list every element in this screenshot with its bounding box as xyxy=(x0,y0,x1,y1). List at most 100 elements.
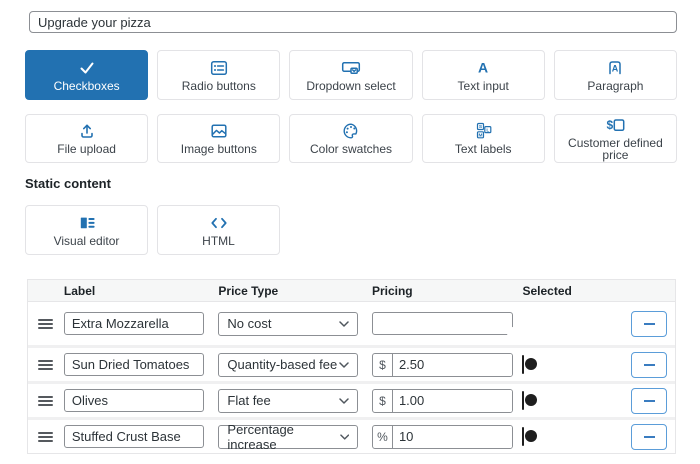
checkmark-icon xyxy=(78,59,96,77)
option-label-input[interactable] xyxy=(63,353,204,376)
drag-handle[interactable] xyxy=(38,316,54,332)
options-table-header: Label Price Type Pricing Selected xyxy=(28,280,675,302)
field-type-label: Image buttons xyxy=(180,142,257,156)
svg-text:L: L xyxy=(487,127,490,133)
minus-icon xyxy=(643,322,655,325)
static-content-row: Visual editor HTML xyxy=(25,205,280,255)
field-type-image-buttons-button[interactable]: Image buttons xyxy=(157,114,281,163)
field-type-row-1: Checkboxes Radio buttons Dropdown select… xyxy=(25,50,678,100)
column-header-price-type: Price Type xyxy=(218,283,279,298)
remove-row-button[interactable] xyxy=(631,387,668,414)
price-type-select[interactable]: Flat fee xyxy=(218,388,359,413)
size-labels-icon: S L M xyxy=(474,122,492,140)
price-type-value: Flat fee xyxy=(227,393,271,408)
toggle-knob xyxy=(507,326,520,339)
price-type-value: Quantity-based fee xyxy=(227,357,338,372)
field-type-paragraph-button[interactable]: A Paragraph xyxy=(553,50,678,100)
price-type-value: No cost xyxy=(227,316,272,331)
dropdown-box-icon xyxy=(341,59,361,77)
chevron-down-icon xyxy=(339,361,350,368)
remove-row-button[interactable] xyxy=(631,351,668,378)
chevron-down-icon xyxy=(339,397,350,404)
chevron-down-icon xyxy=(339,320,350,327)
toggle-knob xyxy=(525,357,538,370)
option-label-input[interactable] xyxy=(63,389,204,412)
minus-icon xyxy=(643,399,655,402)
static-content-heading: Static content xyxy=(25,176,111,191)
option-label-input[interactable] xyxy=(63,312,204,335)
svg-text:A: A xyxy=(478,59,488,75)
selected-toggle[interactable] xyxy=(522,354,538,374)
price-type-select[interactable]: Percentage increase xyxy=(218,421,359,452)
visual-editor-icon xyxy=(78,214,96,232)
field-type-label: Checkboxes xyxy=(53,78,120,93)
pricing-input[interactable] xyxy=(392,425,512,448)
palette-icon xyxy=(342,122,360,140)
static-button-label: HTML xyxy=(202,233,235,248)
field-type-label: Color swatches xyxy=(309,142,393,156)
toggle-knob xyxy=(525,429,538,442)
column-header-label: Label xyxy=(63,283,96,298)
drag-handle[interactable] xyxy=(38,357,54,373)
static-button-label: Visual editor xyxy=(53,233,120,248)
image-icon xyxy=(210,122,228,140)
column-header-pricing: Pricing xyxy=(371,283,413,298)
upload-icon xyxy=(78,122,96,140)
pricing-field: % xyxy=(371,424,513,449)
svg-text:$: $ xyxy=(606,118,613,132)
price-type-select[interactable]: Quantity-based fee xyxy=(218,352,359,377)
field-type-label: File upload xyxy=(57,142,116,156)
option-row: Quantity-based fee $ xyxy=(28,345,675,381)
field-type-label: Paragraph xyxy=(587,78,644,93)
chevron-down-icon xyxy=(340,433,350,440)
static-html-button[interactable]: HTML xyxy=(157,205,280,255)
option-row: Flat fee $ xyxy=(28,381,675,417)
svg-text:M: M xyxy=(479,133,483,139)
minus-icon xyxy=(643,363,655,366)
minus-icon xyxy=(643,435,655,438)
field-type-text-input-button[interactable]: A Text input xyxy=(421,50,545,100)
option-row: Percentage increase % xyxy=(28,417,675,453)
pricing-input[interactable] xyxy=(392,389,512,412)
remove-row-button[interactable] xyxy=(631,423,668,450)
pricing-field: $ xyxy=(371,352,513,377)
currency-prefix: $ xyxy=(373,389,393,412)
radio-list-icon xyxy=(210,59,228,77)
field-type-label: Radio buttons xyxy=(181,78,256,93)
option-name-input[interactable] xyxy=(29,11,677,33)
field-type-color-swatches-button[interactable]: Color swatches xyxy=(289,114,413,163)
toggle-knob xyxy=(525,393,538,406)
selected-toggle[interactable] xyxy=(522,426,538,446)
field-type-checkboxes-button[interactable]: Checkboxes xyxy=(25,50,149,100)
field-type-label: Customer defined price xyxy=(568,136,663,162)
field-type-customer-defined-price-button[interactable]: $ Customer defined price xyxy=(553,114,678,163)
field-type-label: Dropdown select xyxy=(306,78,396,93)
pricing-field: $ xyxy=(371,388,513,413)
field-type-label: Text input xyxy=(457,78,509,93)
options-table: Label Price Type Pricing Selected No cos… xyxy=(27,279,676,454)
drag-handle[interactable] xyxy=(38,429,54,445)
field-type-row-2: File upload Image buttons Color swatches xyxy=(25,114,678,163)
field-type-text-labels-button[interactable]: S L M Text labels xyxy=(421,114,545,163)
dollar-box-icon: $ xyxy=(606,116,625,134)
percent-prefix: % xyxy=(373,425,393,448)
remove-row-button[interactable] xyxy=(631,310,668,337)
field-type-dropdown-select-button[interactable]: Dropdown select xyxy=(289,50,413,100)
pricing-input[interactable] xyxy=(392,353,512,376)
static-visual-editor-button[interactable]: Visual editor xyxy=(25,205,148,255)
field-type-file-upload-button[interactable]: File upload xyxy=(25,114,149,163)
option-row: No cost xyxy=(28,302,675,345)
option-label-input[interactable] xyxy=(63,425,204,448)
price-type-select[interactable]: No cost xyxy=(218,311,359,336)
currency-prefix: $ xyxy=(373,353,393,376)
paragraph-a-icon: A xyxy=(606,59,624,77)
selected-toggle[interactable] xyxy=(522,390,538,410)
pricing-input[interactable] xyxy=(371,312,513,335)
letter-a-icon: A xyxy=(474,59,492,77)
svg-text:A: A xyxy=(612,63,619,73)
price-type-value: Percentage increase xyxy=(227,421,294,452)
field-type-radio-buttons-button[interactable]: Radio buttons xyxy=(157,50,281,100)
code-brackets-icon xyxy=(209,214,229,232)
column-header-selected: Selected xyxy=(522,283,572,298)
drag-handle[interactable] xyxy=(38,393,54,409)
